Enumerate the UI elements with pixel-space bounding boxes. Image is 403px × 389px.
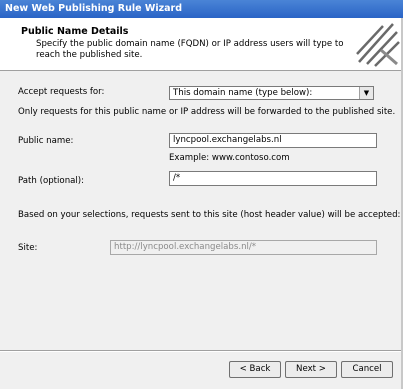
- accept-requests-value: This domain name (type below):: [173, 88, 313, 98]
- title-bar: New Web Publishing Rule Wizard: [0, 0, 403, 18]
- site-label: Site:: [18, 243, 38, 253]
- page-description: Specify the public domain name (FQDN) or…: [36, 39, 344, 60]
- public-name-label: Public name:: [18, 136, 74, 146]
- page-title: Public Name Details: [21, 26, 129, 37]
- window-title: New Web Publishing Rule Wizard: [5, 3, 182, 14]
- cancel-button[interactable]: Cancel: [341, 361, 393, 378]
- accept-requests-label: Accept requests for:: [18, 87, 105, 97]
- wizard-header: Public Name Details Specify the public d…: [0, 18, 403, 71]
- info-text: Only requests for this public name or IP…: [18, 107, 396, 117]
- footer-divider: [0, 350, 403, 352]
- chevron-down-icon[interactable]: ▼: [359, 87, 373, 99]
- public-name-input[interactable]: lyncpool.exchangelabs.nl: [169, 133, 377, 148]
- example-text: Example: www.contoso.com: [169, 153, 290, 163]
- path-label: Path (optional):: [18, 176, 85, 186]
- wizard-graphic-icon: [353, 20, 401, 68]
- accept-requests-dropdown[interactable]: This domain name (type below): ▼: [169, 86, 374, 100]
- result-text: Based on your selections, requests sent …: [18, 210, 401, 220]
- path-input[interactable]: /*: [169, 171, 377, 186]
- next-button[interactable]: Next >: [285, 361, 337, 378]
- back-button[interactable]: < Back: [229, 361, 281, 378]
- site-field: http://lyncpool.exchangelabs.nl/*: [110, 240, 377, 255]
